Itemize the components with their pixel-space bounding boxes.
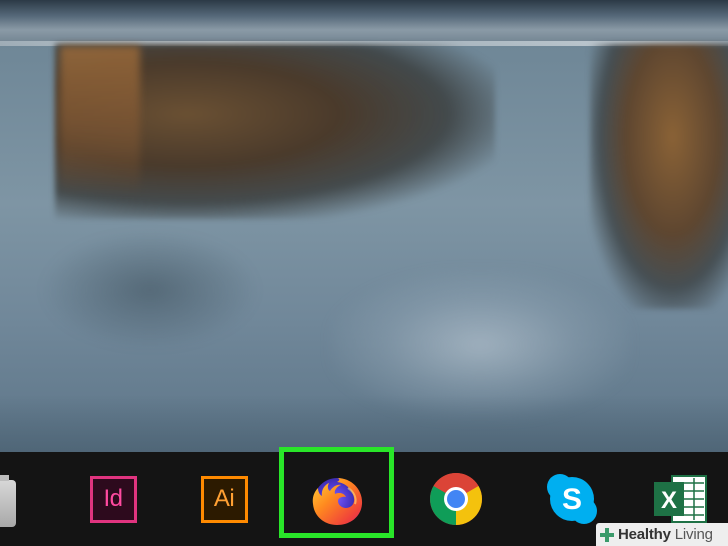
indesign-label: Id	[103, 485, 123, 512]
watermark-text: Healthy Living	[618, 526, 713, 543]
illustrator-label: Ai	[213, 485, 235, 512]
watermark-brand-bold: Healthy	[618, 526, 671, 543]
watermark-brand-light: Living	[674, 526, 713, 543]
taskbar-item-file-explorer[interactable]	[0, 452, 40, 546]
skype-icon: S	[547, 474, 597, 524]
adobe-indesign-icon: Id	[89, 475, 137, 523]
firefox-highlight-box	[279, 447, 394, 538]
skype-label: S	[562, 483, 582, 516]
file-explorer-icon	[0, 475, 16, 527]
wallpaper-water-edge	[0, 395, 728, 452]
chrome-icon	[430, 473, 482, 525]
taskbar-item-illustrator[interactable]: Ai	[166, 452, 282, 546]
taskbar-item-indesign[interactable]: Id	[50, 452, 166, 546]
excel-icon: X	[654, 475, 707, 523]
wallpaper-shoreline	[0, 0, 728, 46]
healthy-living-watermark: Healthy Living	[596, 523, 728, 546]
plus-cross-icon	[600, 527, 614, 542]
adobe-illustrator-icon: Ai	[200, 475, 248, 523]
taskbar-item-chrome[interactable]	[398, 452, 514, 546]
wallpaper-shadow	[40, 230, 260, 350]
excel-label: X	[661, 487, 677, 514]
wallpaper-reflection-tower	[60, 46, 140, 196]
desktop-wallpaper	[0, 0, 728, 452]
